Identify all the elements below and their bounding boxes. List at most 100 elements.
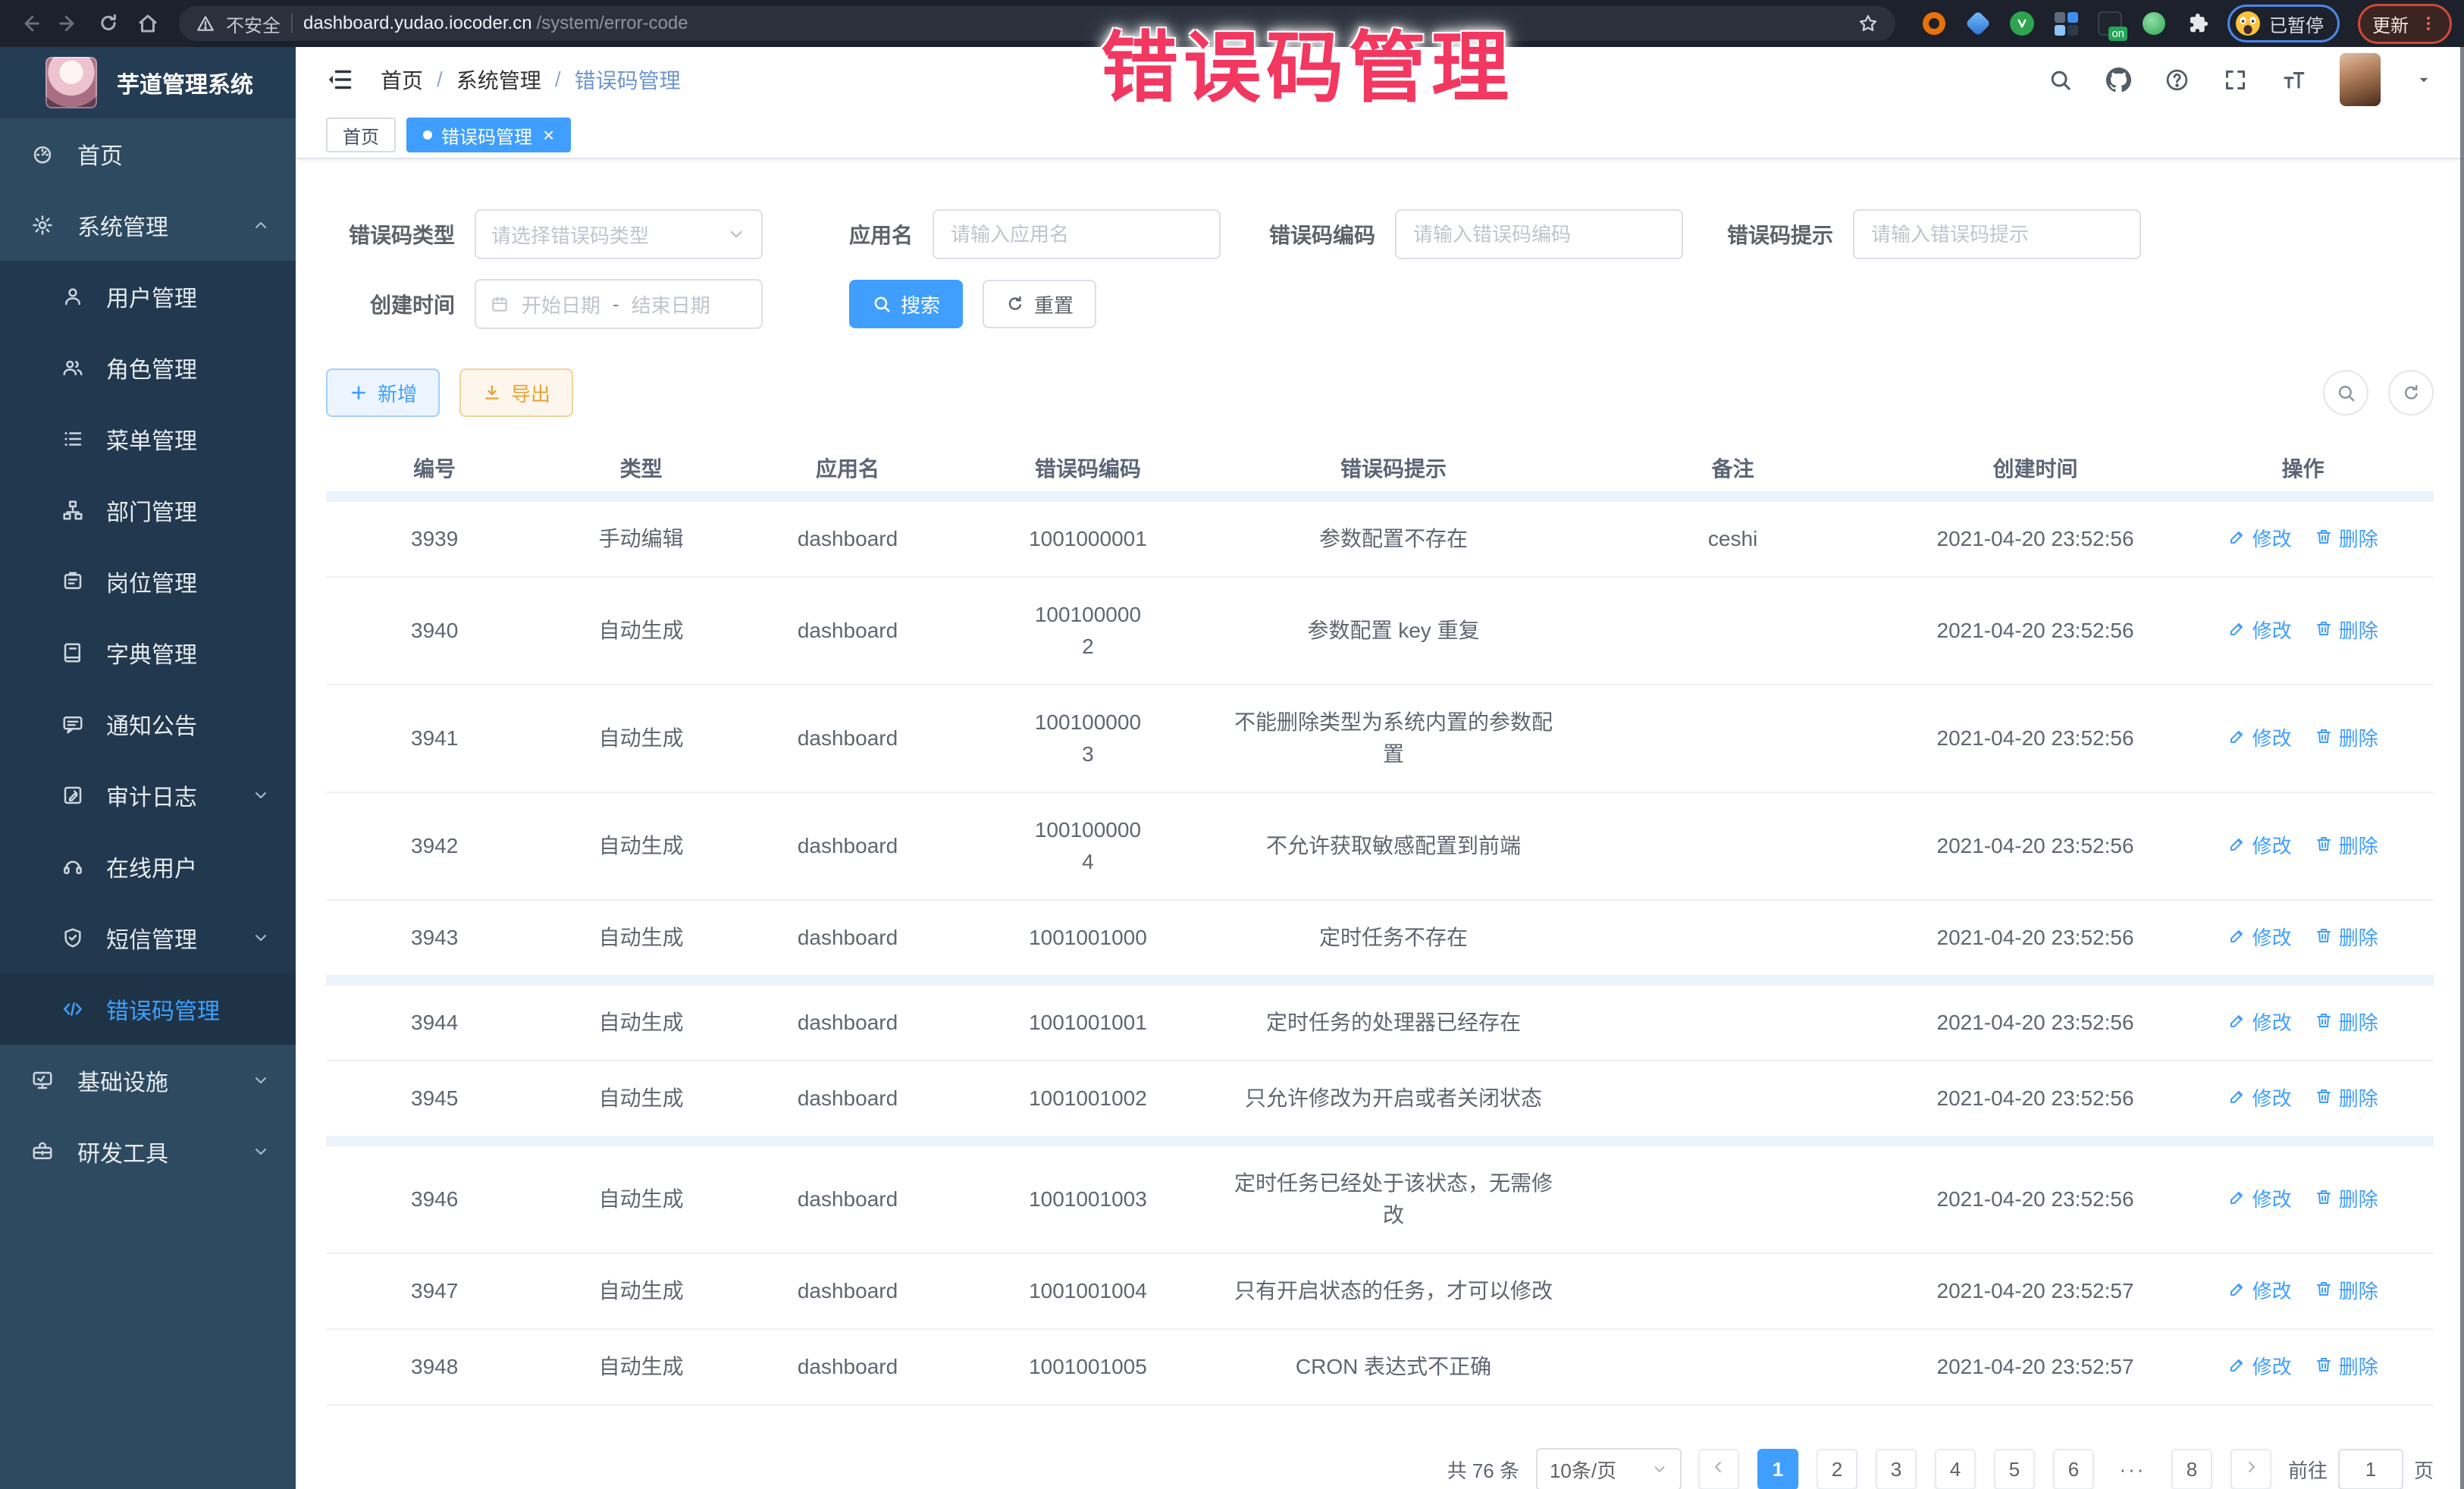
sidebar-item-org-tree[interactable]: 部门管理 (0, 475, 296, 546)
error-code-input[interactable] (1413, 223, 1665, 246)
sidebar-item-id-badge[interactable]: 岗位管理 (0, 546, 296, 617)
delete-link[interactable]: 删除 (2315, 615, 2378, 647)
reset-button[interactable]: 重置 (983, 280, 1096, 328)
font-size-icon[interactable] (2281, 67, 2306, 92)
sidebar-item-label: 首页 (77, 137, 123, 171)
sidebar-item-dev-tools[interactable]: 研发工具 (0, 1116, 296, 1187)
browser-home-icon[interactable] (130, 6, 165, 41)
extension-green-icon[interactable] (2141, 11, 2167, 36)
sidebar-item-user[interactable]: 用户管理 (0, 261, 296, 332)
fullscreen-icon[interactable] (2223, 67, 2248, 92)
toggle-search-button[interactable] (2323, 370, 2368, 415)
edit-link[interactable]: 修改 (2228, 830, 2292, 862)
url-bar[interactable]: 不安全 dashboard.yudao.iocoder.cn /system/e… (179, 6, 1895, 41)
sidebar-item-announcement[interactable]: 通知公告 (0, 688, 296, 760)
tab-close-icon[interactable]: × (543, 125, 554, 145)
sidebar-item-error-code[interactable]: 错误码管理 (0, 973, 296, 1045)
delete-link[interactable]: 删除 (2315, 723, 2378, 754)
app-logo-image (45, 57, 97, 108)
edit-link[interactable]: 修改 (2228, 922, 2292, 954)
delete-link[interactable]: 删除 (2315, 1183, 2378, 1215)
delete-link[interactable]: 删除 (2315, 922, 2378, 954)
extensions-puzzle-icon[interactable] (2185, 11, 2211, 36)
error-type-select[interactable]: 请选择错误码类型 (475, 209, 763, 259)
sidebar-item-infrastructure[interactable]: 基础设施 (0, 1045, 296, 1116)
search-button[interactable]: 搜索 (849, 280, 963, 328)
browser-reload-icon[interactable] (91, 6, 126, 41)
extension-vue-devtools-icon[interactable] (2009, 11, 2035, 36)
page-button[interactable]: 4 (1935, 1449, 1976, 1489)
sidebar-item-users[interactable]: 角色管理 (0, 332, 296, 403)
edit-link[interactable]: 修改 (2228, 1351, 2292, 1383)
edit-link[interactable]: 修改 (2228, 723, 2292, 754)
page-button[interactable]: 5 (1994, 1449, 2035, 1489)
breadcrumb-item[interactable]: 首页 (381, 64, 423, 95)
edit-link-label: 修改 (2252, 1083, 2292, 1114)
delete-link[interactable]: 删除 (2315, 1083, 2378, 1114)
jump-page-input[interactable] (2338, 1449, 2403, 1489)
github-icon[interactable] (2106, 67, 2131, 92)
sidebar-item-label: 角色管理 (106, 351, 197, 384)
delete-link[interactable]: 删除 (2315, 1007, 2378, 1039)
edit-link[interactable]: 修改 (2228, 1275, 2292, 1307)
sidebar-item-sms[interactable]: 短信管理 (0, 902, 296, 973)
extension-gem-icon[interactable] (1965, 11, 1991, 36)
cell-time: 2021-04-20 23:52:56 (1898, 1183, 2172, 1215)
page-size-select[interactable]: 10条/页 (1536, 1448, 1682, 1489)
app-name-field[interactable] (933, 209, 1221, 259)
edit-link[interactable]: 修改 (2228, 615, 2292, 647)
date-range-picker[interactable]: 开始日期 - 结束日期 (475, 279, 763, 329)
extension-grid-icon[interactable] (2053, 11, 2079, 36)
edit-link[interactable]: 修改 (2228, 1183, 2292, 1215)
avatar-caret-down-icon[interactable] (2414, 70, 2434, 89)
tab-0[interactable]: 首页 (326, 118, 396, 152)
browser-update-button[interactable]: 更新 (2358, 4, 2452, 44)
app-logo-row[interactable]: 芋道管理系统 (0, 47, 296, 118)
cell-no: 3944 (326, 1007, 543, 1039)
browser-menu-kebab-icon[interactable] (2419, 14, 2437, 33)
tab-active[interactable]: 错误码管理× (406, 118, 571, 152)
sidebar-item-menu-list[interactable]: 菜单管理 (0, 403, 296, 475)
app-name-input[interactable] (951, 223, 1202, 246)
profile-paused-badge[interactable]: 已暂停 (2227, 5, 2340, 42)
sidebar-item-audit-log[interactable]: 审计日志 (0, 760, 296, 831)
sidebar-item-gear[interactable]: 系统管理 (0, 190, 296, 261)
page-button[interactable]: 1 (1757, 1449, 1798, 1489)
browser-back-icon[interactable] (12, 6, 47, 41)
error-tip-field[interactable] (1853, 209, 2141, 259)
error-tip-input[interactable] (1871, 223, 2123, 246)
page-button[interactable]: 3 (1876, 1449, 1917, 1489)
page-button[interactable]: 8 (2171, 1449, 2212, 1489)
page-button[interactable]: 6 (2053, 1449, 2094, 1489)
page-button[interactable]: 2 (1817, 1449, 1857, 1489)
sidebar-item-online-user[interactable]: 在线用户 (0, 831, 296, 902)
refresh-table-button[interactable] (2388, 370, 2434, 415)
page-ellipsis[interactable]: ··· (2112, 1449, 2153, 1489)
edit-link[interactable]: 修改 (2228, 523, 2292, 555)
cell-type: 自动生成 (543, 1351, 739, 1383)
delete-link[interactable]: 删除 (2315, 830, 2378, 862)
add-button[interactable]: 新增 (326, 368, 440, 417)
extension-orange-icon[interactable] (1921, 11, 1947, 36)
next-page-button[interactable] (2230, 1449, 2271, 1489)
delete-link[interactable]: 删除 (2315, 1351, 2378, 1383)
help-icon[interactable] (2165, 67, 2190, 92)
browser-forward-icon[interactable] (52, 6, 86, 41)
delete-link[interactable]: 删除 (2315, 1275, 2378, 1307)
extension-switch-icon[interactable]: on (2097, 11, 2123, 36)
error-code-field[interactable] (1395, 209, 1683, 259)
breadcrumb-item[interactable]: 系统管理 (456, 64, 541, 95)
delete-link[interactable]: 删除 (2315, 523, 2378, 555)
bookmark-star-icon[interactable] (1857, 13, 1879, 34)
export-button[interactable]: 导出 (459, 368, 573, 417)
sidebar-fold-icon[interactable] (326, 66, 353, 93)
sidebar-item-dashboard[interactable]: 首页 (0, 118, 296, 190)
edit-link[interactable]: 修改 (2228, 1083, 2292, 1114)
user-avatar[interactable] (2340, 53, 2381, 106)
sidebar-item-label: 基础设施 (77, 1064, 168, 1097)
edit-link[interactable]: 修改 (2228, 1007, 2292, 1039)
cell-tip: 定时任务已经处于该状态，无需修改 (1220, 1168, 1568, 1231)
header-search-icon[interactable] (2048, 67, 2073, 92)
prev-page-button[interactable] (1698, 1449, 1739, 1489)
sidebar-item-dictionary[interactable]: 字典管理 (0, 617, 296, 688)
